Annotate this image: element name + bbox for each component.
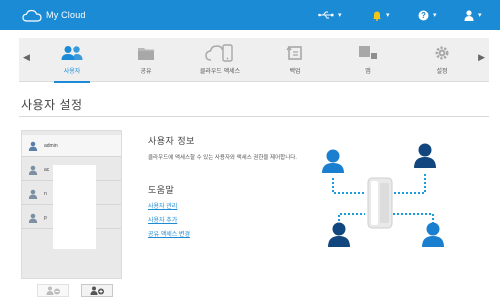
person-icon (328, 222, 350, 247)
usb-menu[interactable]: ▾ (318, 8, 342, 22)
chevron-down-icon: ▾ (338, 12, 342, 19)
help-title: 도움말 (148, 185, 175, 195)
tab-backup-label: 백업 (289, 69, 301, 75)
help-link-manage-users[interactable]: 사용자 관리 (148, 201, 177, 210)
tab-backup[interactable]: 백업 (265, 38, 325, 82)
person-icon (322, 149, 344, 173)
remove-user-icon (46, 286, 60, 295)
add-user-button[interactable] (81, 284, 113, 297)
chevron-down-icon: ▾ (386, 12, 390, 19)
users-icon (61, 46, 83, 60)
backup-icon (286, 45, 302, 60)
user-name: admin (44, 142, 58, 149)
user-icon (28, 189, 38, 199)
help-link-change-share-access[interactable]: 공유 액세스 변경 (148, 229, 190, 238)
nav-right-arrow-icon[interactable]: ▶ (478, 52, 485, 63)
gear-icon (435, 46, 449, 60)
top-bar: My Cloud ▾ ▾ ? ▾ ▾ (0, 0, 500, 30)
add-user-icon (90, 286, 104, 295)
tab-apps[interactable]: 앱 (338, 38, 398, 82)
usb-icon (318, 11, 334, 19)
remove-user-button[interactable] (37, 284, 69, 297)
alerts-menu[interactable]: ▾ (372, 8, 390, 22)
my-cloud-logo[interactable]: My Cloud (22, 6, 120, 24)
main-nav: ◀ ▶ 사용자 공유 클라우드 액세스 백업 앱 설정 (19, 38, 489, 83)
user-name: ac (44, 166, 50, 173)
tab-shares[interactable]: 공유 (116, 38, 176, 82)
cloud-access-icon (205, 44, 233, 62)
users-device-illustration (322, 143, 444, 247)
user-icon (464, 9, 474, 21)
user-icon (28, 141, 38, 151)
person-icon (422, 222, 444, 247)
user-info-description: 클라우드에 액세스할 수 있는 사용자와 액세스 권한을 제어합니다. (148, 155, 297, 161)
tab-cloud-access-label: 클라우드 액세스 (199, 69, 241, 75)
person-icon (414, 143, 436, 168)
page-title: 사용자 설정 (21, 98, 83, 112)
apps-icon (359, 46, 377, 59)
help-menu[interactable]: ? ▾ (418, 8, 437, 22)
tab-settings-label: 설정 (436, 69, 448, 75)
redaction-box (53, 165, 96, 249)
tab-users-label: 사용자 (63, 69, 81, 75)
svg-text:?: ? (421, 11, 426, 20)
user-name: n (44, 190, 47, 197)
help-icon: ? (418, 10, 429, 20)
help-link-add-user[interactable]: 사용자 추가 (148, 215, 177, 224)
bell-icon (373, 11, 381, 21)
tab-cloud-access[interactable]: 클라우드 액세스 (190, 38, 250, 82)
title-divider (19, 116, 489, 117)
tab-settings[interactable]: 설정 (412, 38, 472, 82)
user-info-title: 사용자 정보 (148, 136, 195, 146)
nav-left-arrow-icon[interactable]: ◀ (23, 52, 30, 63)
tab-apps-label: 앱 (365, 69, 371, 75)
chevron-down-icon: ▾ (433, 12, 437, 19)
list-item[interactable]: admin (22, 135, 121, 157)
folder-icon (138, 47, 154, 60)
user-name: p (44, 214, 47, 221)
cloud-logo-icon (22, 9, 42, 22)
user-icon (28, 165, 38, 175)
logo-text: My Cloud (46, 10, 86, 20)
user-icon (28, 213, 38, 223)
chevron-down-icon: ▾ (478, 12, 482, 19)
tab-users[interactable]: 사용자 (42, 38, 102, 83)
user-menu[interactable]: ▾ (464, 8, 482, 22)
cloud-device-icon (367, 177, 393, 229)
tab-shares-label: 공유 (140, 69, 152, 75)
